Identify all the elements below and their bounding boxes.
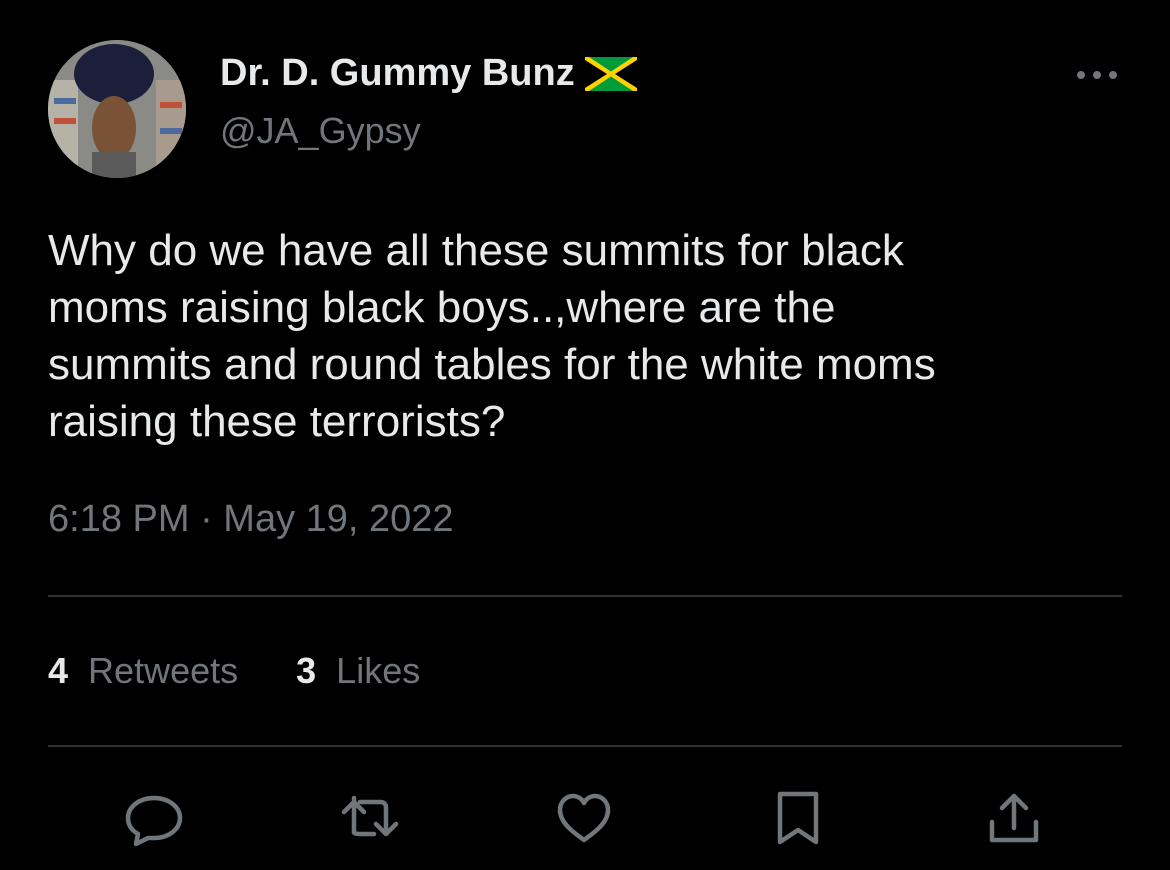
- jamaica-flag-icon: [584, 56, 637, 91]
- display-name-text: Dr. D. Gummy Bunz: [220, 52, 575, 94]
- divider: [48, 745, 1122, 747]
- user-handle[interactable]: @JA_Gypsy: [220, 110, 421, 152]
- likes-label: Likes: [336, 650, 421, 691]
- retweet-icon: [341, 795, 399, 837]
- share-icon: [989, 793, 1039, 843]
- bookmark-icon: [777, 791, 819, 845]
- heart-icon: [557, 793, 611, 843]
- reply-button[interactable]: [124, 788, 184, 848]
- retweets-label: Retweets: [88, 650, 239, 691]
- tweet-timestamp[interactable]: 6:18 PM · May 19, 2022: [48, 498, 454, 541]
- retweets-count: 4: [48, 650, 79, 691]
- more-options-icon[interactable]: [1072, 60, 1122, 90]
- share-button[interactable]: [984, 788, 1044, 848]
- avatar-image: [48, 40, 186, 178]
- avatar[interactable]: [48, 40, 186, 178]
- divider: [48, 595, 1122, 597]
- likes-count: 3: [296, 650, 327, 691]
- tweet-stats: 4 Retweets 3 Likes: [48, 650, 478, 692]
- display-name[interactable]: Dr. D. Gummy Bunz: [220, 52, 637, 95]
- likes-stat[interactable]: 3 Likes: [296, 650, 420, 692]
- tweet-detail: Dr. D. Gummy Bunz @JA_Gypsy Why do we ha…: [0, 0, 1170, 870]
- retweet-button[interactable]: [340, 788, 400, 848]
- like-button[interactable]: [554, 788, 614, 848]
- reply-icon: [125, 795, 183, 847]
- retweets-stat[interactable]: 4 Retweets: [48, 650, 238, 692]
- bookmark-button[interactable]: [768, 788, 828, 848]
- tweet-text: Why do we have all these summits for bla…: [48, 226, 936, 446]
